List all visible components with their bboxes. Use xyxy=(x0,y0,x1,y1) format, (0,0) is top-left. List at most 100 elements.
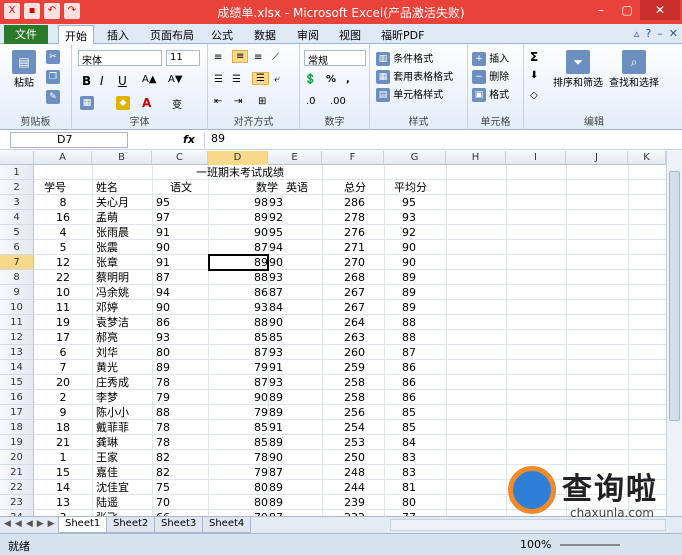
table-cell[interactable]: 250 xyxy=(344,450,384,465)
row-header[interactable]: 16 xyxy=(0,390,34,405)
format-cells-button[interactable]: ▣ 格式 xyxy=(472,86,509,102)
table-cell[interactable]: 267 xyxy=(344,285,384,300)
table-cell[interactable]: 89 xyxy=(402,270,442,285)
currency-icon[interactable]: 💲 xyxy=(304,74,316,85)
table-cell[interactable]: 239 xyxy=(344,495,384,510)
header-cell[interactable]: 英语 xyxy=(286,180,320,195)
decrease-decimal-icon[interactable]: .00 xyxy=(330,96,346,107)
row-header[interactable]: 9 xyxy=(0,285,34,300)
table-cell[interactable]: 82 xyxy=(156,465,196,480)
table-cell[interactable]: 15 xyxy=(34,465,92,480)
table-cell[interactable]: 张雨晨 xyxy=(96,225,152,240)
header-cell[interactable]: 学号 xyxy=(44,180,92,195)
tab-file[interactable]: 文件 xyxy=(4,25,48,44)
table-cell[interactable]: 78 xyxy=(156,435,196,450)
wrap-text-icon[interactable]: ⤶ xyxy=(274,74,280,85)
table-cell[interactable]: 90 xyxy=(156,240,196,255)
table-cell[interactable]: 21 xyxy=(34,435,92,450)
table-cell[interactable]: 89 xyxy=(269,495,295,510)
table-cell[interactable]: 16 xyxy=(34,210,92,225)
table-cell[interactable]: 264 xyxy=(344,315,384,330)
borders-button[interactable]: ▦ xyxy=(80,96,94,110)
insert-function-button[interactable]: fx xyxy=(183,133,195,146)
row-header[interactable]: 15 xyxy=(0,375,34,390)
font-name-combo[interactable]: 宋体 xyxy=(78,50,162,67)
help-icon[interactable]: ? xyxy=(645,27,651,40)
table-cell[interactable]: 88 xyxy=(402,315,442,330)
comma-button[interactable]: , xyxy=(346,74,350,85)
increase-indent-icon[interactable]: ⇥ xyxy=(234,96,242,107)
table-cell[interactable]: 278 xyxy=(344,210,384,225)
table-cell[interactable]: 85 xyxy=(269,330,295,345)
table-cell[interactable]: 5 xyxy=(34,240,92,255)
minimize-button[interactable]: – xyxy=(588,0,614,20)
table-cell[interactable]: 79 xyxy=(212,360,268,375)
table-cell[interactable]: 70 xyxy=(156,495,196,510)
align-bottom-icon[interactable]: ≡ xyxy=(254,52,262,63)
table-cell[interactable]: 256 xyxy=(344,405,384,420)
column-header-j[interactable]: J xyxy=(566,151,628,165)
table-cell[interactable]: 张震 xyxy=(96,240,152,255)
align-top-icon[interactable]: ≡ xyxy=(214,52,222,63)
percent-button[interactable]: % xyxy=(326,74,336,85)
row-header[interactable]: 21 xyxy=(0,465,34,480)
table-cell[interactable]: 92 xyxy=(402,225,442,240)
table-cell[interactable]: 87 xyxy=(402,345,442,360)
table-cell[interactable]: 95 xyxy=(402,195,442,210)
table-cell[interactable]: 91 xyxy=(269,360,295,375)
row-header[interactable]: 18 xyxy=(0,420,34,435)
table-cell[interactable]: 93 xyxy=(269,375,295,390)
minimize-ribbon-icon[interactable]: ▵ xyxy=(634,27,640,40)
decrease-font-icon[interactable]: A▼ xyxy=(168,74,183,85)
row-header[interactable]: 8 xyxy=(0,270,34,285)
column-header-h[interactable]: H xyxy=(446,151,506,165)
table-cell[interactable]: 88 xyxy=(156,405,196,420)
tab-home[interactable]: 开始 xyxy=(58,25,94,44)
table-cell[interactable]: 93 xyxy=(402,210,442,225)
table-cell[interactable]: 7 xyxy=(34,360,92,375)
table-cell[interactable]: 郝亮 xyxy=(96,330,152,345)
column-header-b[interactable]: B xyxy=(92,151,152,165)
table-cell[interactable]: 89 xyxy=(212,210,268,225)
cell-styles-button[interactable]: ▤ 单元格样式 xyxy=(376,86,443,102)
table-cell[interactable]: 19 xyxy=(34,315,92,330)
table-cell[interactable]: 85 xyxy=(402,405,442,420)
table-cell[interactable]: 254 xyxy=(344,420,384,435)
row-header[interactable]: 6 xyxy=(0,240,34,255)
increase-decimal-icon[interactable]: .0 xyxy=(306,96,316,107)
format-painter-button[interactable]: ✎ xyxy=(46,90,60,104)
table-cell[interactable]: 86 xyxy=(402,375,442,390)
sort-filter-button[interactable]: ⏷ 排序和筛选 xyxy=(552,50,604,89)
row-header[interactable]: 5 xyxy=(0,225,34,240)
table-cell[interactable]: 90 xyxy=(269,315,295,330)
row-header[interactable]: 13 xyxy=(0,345,34,360)
workbook-close-icon[interactable]: ✕ xyxy=(669,27,678,40)
header-cell[interactable]: 数学 xyxy=(256,180,286,195)
table-cell[interactable]: 286 xyxy=(344,195,384,210)
table-cell[interactable]: 263 xyxy=(344,330,384,345)
sheet-nav-arrows[interactable]: ◀◀◀▶▶ xyxy=(4,519,59,529)
table-cell[interactable]: 陈小小 xyxy=(96,405,152,420)
sheet-tab-4[interactable]: Sheet4 xyxy=(202,517,252,533)
merge-center-icon[interactable]: ⊞ xyxy=(258,96,266,107)
conditional-format-button[interactable]: ▥ 条件格式 xyxy=(376,50,433,66)
table-cell[interactable]: 244 xyxy=(344,480,384,495)
table-cell[interactable]: 张章 xyxy=(96,255,152,270)
table-cell[interactable]: 89 xyxy=(269,480,295,495)
table-cell[interactable]: 79 xyxy=(156,390,196,405)
tab-insert[interactable]: 插入 xyxy=(107,27,129,43)
table-cell[interactable]: 79 xyxy=(212,405,268,420)
row-header[interactable]: 10 xyxy=(0,300,34,315)
table-cell[interactable]: 92 xyxy=(269,210,295,225)
table-cell[interactable]: 268 xyxy=(344,270,384,285)
table-cell[interactable]: 93 xyxy=(212,300,268,315)
sheet-tab-1[interactable]: Sheet1 xyxy=(58,517,108,533)
table-cell[interactable]: 87 xyxy=(212,345,268,360)
table-cell[interactable]: 87 xyxy=(269,285,295,300)
close-button[interactable]: ✕ xyxy=(640,0,680,20)
tab-review[interactable]: 审阅 xyxy=(297,27,319,43)
table-cell[interactable]: 83 xyxy=(402,465,442,480)
table-cell[interactable]: 86 xyxy=(212,285,268,300)
number-format-combo[interactable]: 常规 xyxy=(304,50,366,67)
row-header[interactable]: 3 xyxy=(0,195,34,210)
